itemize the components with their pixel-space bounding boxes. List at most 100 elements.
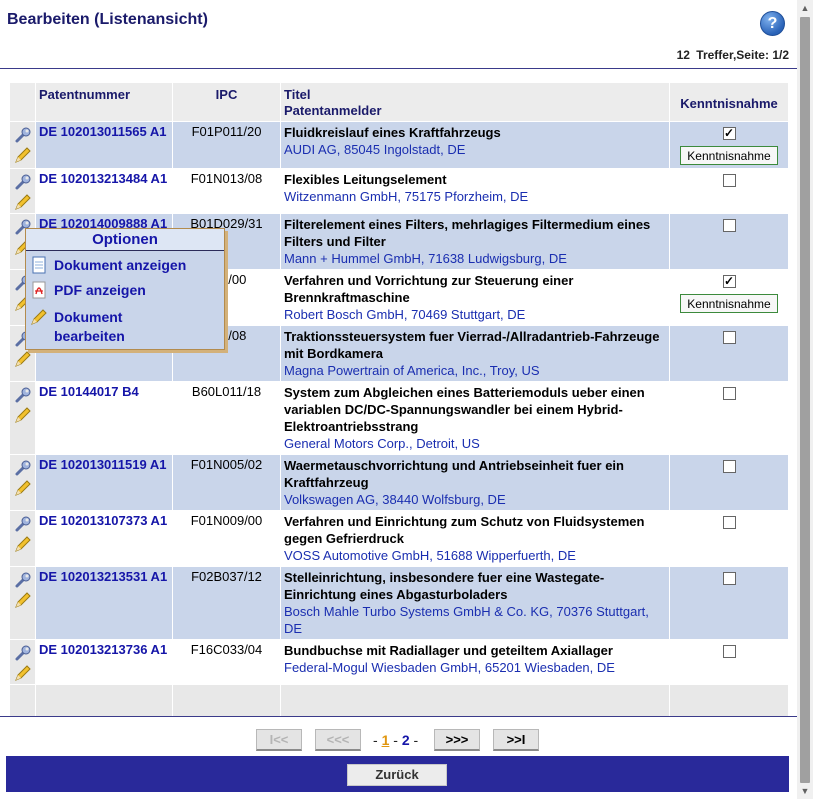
pencil-icon xyxy=(14,147,31,163)
empty-cell xyxy=(172,684,281,717)
popup-item-label: Dokument bearbeiten xyxy=(54,309,125,344)
ipc-cell: F02B037/12 xyxy=(172,566,281,640)
patent-number-link[interactable]: DE 102013213736 A1 xyxy=(39,642,167,657)
hit-text: Treffer,Seite: 1/2 xyxy=(696,48,789,62)
title-cell: Verfahren und Vorrichtung zur Steuerung … xyxy=(280,269,670,326)
patent-table: Patentnummer IPC Titel Patentanmelder Ke… xyxy=(9,82,789,717)
title-cell: Traktionssteuersystem fuer Vierrad-/Allr… xyxy=(280,325,670,382)
pdf-icon xyxy=(32,281,46,299)
title-cell: Flexibles Leitungselement Witzenmann GmbH… xyxy=(280,168,670,214)
ack-checkbox[interactable] xyxy=(722,572,736,585)
patent-number-cell: DE 102013107373 A1 xyxy=(35,510,173,567)
table-row: DE 102013011565 A1 F01P011/20 Fluidkreisla… xyxy=(9,121,789,169)
row-actions[interactable] xyxy=(9,566,36,640)
popup-item-label: PDF anzeigen xyxy=(54,282,146,298)
scroll-up-icon[interactable]: ▲ xyxy=(797,0,813,16)
title-cell: Bundbuchse mit Radiallager und geteiltem… xyxy=(280,639,670,685)
popup-item-view-document[interactable]: Dokument anzeigen xyxy=(30,256,186,275)
last-page-button[interactable]: >>I xyxy=(493,729,539,751)
patent-number-link[interactable]: DE 102013107373 A1 xyxy=(39,513,167,528)
ack-cell xyxy=(669,168,789,214)
table-row: DE 102013011519 A1 F01N005/02 Waermetausch… xyxy=(9,454,789,511)
patent-number-link[interactable]: DE 102013011519 A1 xyxy=(39,457,166,472)
popup-item-edit-document[interactable]: Dokument bearbeiten xyxy=(30,308,180,346)
patent-number-cell: DE 10144017 B4 xyxy=(35,381,173,455)
ack-checkbox[interactable] xyxy=(722,645,736,658)
ack-cell xyxy=(669,566,789,640)
applicant: VOSS Automotive GmbH, 51688 Wipperfuerth… xyxy=(284,548,576,563)
page-title: Bearbeiten (Listenansicht) xyxy=(7,11,208,28)
ack-checkbox[interactable]: ✓ xyxy=(722,127,736,140)
pencil-icon xyxy=(31,309,47,325)
patent-number-cell: DE 102013213531 A1 xyxy=(35,566,173,640)
wrench-icon xyxy=(15,572,30,588)
wrench-icon xyxy=(15,387,30,403)
wrench-icon xyxy=(15,516,30,532)
first-page-button[interactable]: I<< xyxy=(256,729,302,751)
ack-button[interactable]: Kenntnisnahme xyxy=(680,294,778,313)
column-header-ipc[interactable]: IPC xyxy=(172,82,281,122)
pencil-icon xyxy=(14,194,31,210)
patent-title: Traktionssteuersystem fuer Vierrad-/Allr… xyxy=(284,329,660,361)
title-cell: Verfahren und Einrichtung zum Schutz von… xyxy=(280,510,670,567)
ipc-cell: B60L011/18 xyxy=(172,381,281,455)
column-header-patent[interactable]: Patentnummer xyxy=(35,82,173,122)
patent-title: Waermetauschvorrichtung und Antriebseinh… xyxy=(284,458,624,490)
ack-cell: ✓ Kenntnisnahme xyxy=(669,121,789,169)
scroll-down-icon[interactable]: ▼ xyxy=(797,783,813,799)
row-actions[interactable] xyxy=(9,510,36,567)
prev-page-button[interactable]: <<< xyxy=(315,729,361,751)
row-actions[interactable] xyxy=(9,639,36,685)
empty-row xyxy=(9,684,789,717)
patent-number-cell: DE 102013011519 A1 xyxy=(35,454,173,511)
help-icon[interactable]: ? xyxy=(760,11,785,36)
row-actions[interactable] xyxy=(9,381,36,455)
row-actions[interactable] xyxy=(9,454,36,511)
column-header-title-label: Titel xyxy=(284,87,311,102)
applicant: Robert Bosch GmbH, 70469 Stuttgart, DE xyxy=(284,307,526,322)
applicant: Witzenmann GmbH, 75175 Pforzheim, DE xyxy=(284,189,529,204)
patent-number-cell: DE 102013011565 A1 xyxy=(35,121,173,169)
ack-checkbox[interactable] xyxy=(722,460,736,473)
ack-checkbox[interactable] xyxy=(722,219,736,232)
pencil-icon xyxy=(14,407,31,423)
patent-number-cell: DE 102013213736 A1 xyxy=(35,639,173,685)
patent-title: Flexibles Leitungselement xyxy=(284,172,447,187)
title-cell: System zum Abgleichen eines Batteriemodu… xyxy=(280,381,670,455)
ack-checkbox[interactable]: ✓ xyxy=(722,275,736,288)
page-2-link[interactable]: 2 xyxy=(402,732,410,748)
row-actions[interactable] xyxy=(9,168,36,214)
ack-checkbox[interactable] xyxy=(722,331,736,344)
icon-column-header xyxy=(9,82,36,122)
patent-number-cell: DE 102013213484 A1 xyxy=(35,168,173,214)
popup-item-view-pdf[interactable]: PDF anzeigen xyxy=(30,281,146,300)
title-cell: Filterelement eines Filters, mehrlagiges… xyxy=(280,213,670,270)
row-actions[interactable] xyxy=(9,121,36,169)
ack-cell: ✓ Kenntnisnahme xyxy=(669,269,789,326)
title-cell: Stelleinrichtung, insbesondere fuer eine… xyxy=(280,566,670,640)
patent-title: Fluidkreislauf eines Kraftfahrzeugs xyxy=(284,125,501,140)
divider-bottom xyxy=(0,716,797,717)
ack-checkbox[interactable] xyxy=(722,174,736,187)
ipc-cell: F01P011/20 xyxy=(172,121,281,169)
vertical-scrollbar[interactable]: ▲ ▼ xyxy=(797,0,813,799)
column-header-title[interactable]: Titel Patentanmelder xyxy=(280,82,670,122)
ipc-cell: F01N005/02 xyxy=(172,454,281,511)
ack-button[interactable]: Kenntnisnahme xyxy=(680,146,778,165)
table-row: DE 102013213484 A1 F01N013/08 Flexibles Le… xyxy=(9,168,789,214)
scrollbar-thumb[interactable] xyxy=(800,17,810,783)
page: Bearbeiten (Listenansicht) ? 12 Treffer,… xyxy=(0,0,797,799)
hit-number: 12 xyxy=(676,48,690,62)
table-row: DE 102013213531 A1 F02B037/12 Stelleinrich… xyxy=(9,566,789,640)
next-page-button[interactable]: >>> xyxy=(434,729,480,751)
applicant: AUDI AG, 85045 Ingolstadt, DE xyxy=(284,142,466,157)
patent-number-link[interactable]: DE 102013011565 A1 xyxy=(39,124,166,139)
ack-checkbox[interactable] xyxy=(722,516,736,529)
patent-number-link[interactable]: DE 10144017 B4 xyxy=(39,384,139,399)
patent-number-link[interactable]: DE 102013213531 A1 xyxy=(39,569,167,584)
patent-number-link[interactable]: DE 102013213484 A1 xyxy=(39,171,167,186)
ack-checkbox[interactable] xyxy=(722,387,736,400)
ack-cell xyxy=(669,213,789,270)
wrench-icon xyxy=(15,460,30,476)
back-button[interactable]: Zurück xyxy=(347,764,447,786)
